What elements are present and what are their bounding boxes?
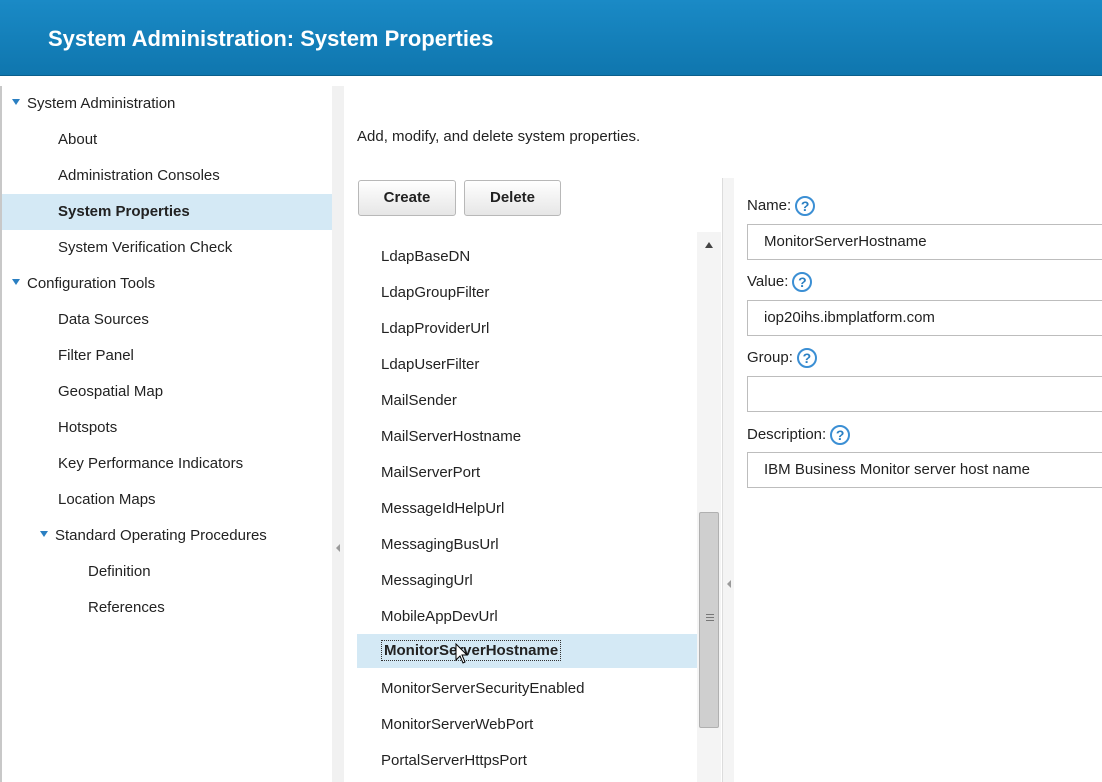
grip-line [706, 620, 714, 621]
value-label-text: Value: [747, 272, 789, 290]
list-item[interactable]: MessageIdHelpUrl [357, 492, 697, 526]
list-item[interactable]: MessagingUrl [357, 564, 697, 598]
sidebar-item-label: Geospatial Map [58, 383, 164, 400]
sidebar-item-hotspots[interactable]: Hotspots [2, 410, 334, 446]
sidebar-item-label: Key Performance Indicators [58, 455, 244, 472]
description-field[interactable]: IBM Business Monitor server host name [747, 452, 1102, 488]
list-item-label: LdapGroupFilter [381, 284, 490, 301]
name-label-text: Name: [747, 196, 792, 214]
name-label: Name:? [747, 196, 816, 216]
expand-triangle-icon[interactable] [12, 99, 20, 106]
list-item-selected[interactable]: MonitorServerHostname [357, 634, 697, 668]
sidebar-item-geospatial-map[interactable]: Geospatial Map [2, 374, 334, 410]
sidebar-item-label: Filter Panel [58, 347, 134, 364]
grip-line [706, 617, 714, 618]
list-item[interactable]: MailServerPort [357, 456, 697, 490]
mouse-cursor-icon [455, 643, 469, 664]
detail-splitter[interactable] [722, 178, 734, 782]
delete-button[interactable]: Delete [464, 180, 561, 216]
list-item[interactable]: MonitorServerWebPort [357, 708, 697, 742]
list-item[interactable]: MobileAppDevUrl [357, 600, 697, 634]
sidebar-item-label: Administration Consoles [58, 167, 220, 184]
list-item-label: MonitorServerWebPort [381, 716, 534, 733]
sidebar-item-label: Configuration Tools [27, 275, 156, 292]
grip-line [706, 614, 714, 615]
list-item-label: MonitorServerSecurityEnabled [381, 680, 585, 697]
group-label-text: Group: [747, 348, 793, 366]
sidebar-item-label: References [88, 599, 165, 616]
list-item[interactable]: LdapUserFilter [357, 348, 697, 382]
list-item[interactable]: MailServerHostname [357, 420, 697, 454]
group-field[interactable] [747, 376, 1102, 412]
sidebar-item-location-maps[interactable]: Location Maps [2, 482, 334, 518]
page-header: System Administration: System Properties [0, 0, 1102, 76]
sidebar-item-definition[interactable]: Definition [2, 554, 334, 590]
description-label-text: Description: [747, 425, 827, 443]
collapse-left-icon[interactable] [727, 580, 731, 588]
sidebar-item-label: About [58, 131, 98, 148]
list-item-label: LdapProviderUrl [381, 320, 490, 337]
list-item-label: MobileAppDevUrl [381, 608, 498, 625]
value-label: Value:? [747, 272, 813, 292]
list-item[interactable]: MailSender [357, 384, 697, 418]
sidebar-splitter[interactable] [332, 86, 344, 782]
list-item-label: MailServerHostname [381, 428, 522, 445]
group-label: Group:? [747, 348, 817, 368]
list-item[interactable]: LdapProviderUrl [357, 312, 697, 346]
list-item-label: LdapBaseDN [381, 248, 471, 265]
list-item[interactable]: PortalServerHttpsPort [357, 744, 697, 778]
sidebar-item-label: Location Maps [58, 491, 156, 508]
page-description: Add, modify, and delete system propertie… [357, 128, 641, 145]
sidebar-item-key-performance-indicators[interactable]: Key Performance Indicators [2, 446, 334, 482]
expand-triangle-icon[interactable] [40, 531, 48, 538]
name-field[interactable]: MonitorServerHostname [747, 224, 1102, 260]
list-item-label: MessageIdHelpUrl [381, 500, 505, 517]
sidebar-item-label: Hotspots [58, 419, 118, 436]
description-label: Description:? [747, 425, 851, 445]
sidebar-item-about[interactable]: About [2, 122, 334, 158]
list-item[interactable]: LdapBaseDN [357, 240, 697, 274]
list-item-label: MailServerPort [381, 464, 481, 481]
sidebar-item-administration-consoles[interactable]: Administration Consoles [2, 158, 334, 194]
sidebar-item-system-verification-check[interactable]: System Verification Check [2, 230, 334, 266]
help-icon[interactable]: ? [792, 272, 813, 292]
sidebar-item-data-sources[interactable]: Data Sources [2, 302, 334, 338]
list-item[interactable]: LdapGroupFilter [357, 276, 697, 310]
sidebar-item-label: System Verification Check [58, 239, 233, 256]
sidebar-item-label: Data Sources [58, 311, 149, 328]
scrollbar-thumb[interactable] [699, 512, 719, 728]
sidebar-item-system-administration[interactable]: System Administration [2, 86, 334, 122]
help-icon[interactable]: ? [830, 425, 851, 445]
help-icon[interactable]: ? [796, 348, 817, 368]
list-item[interactable]: MonitorServerSecurityEnabled [357, 672, 697, 706]
list-item-label: MessagingUrl [381, 572, 473, 589]
value-field[interactable]: iop20ihs.ibmplatform.com [747, 300, 1102, 336]
sidebar-item-label: System Administration [27, 95, 176, 112]
sidebar-nav: System Administration About Administrati… [0, 86, 334, 782]
list-item-label: LdapUserFilter [381, 356, 480, 373]
sidebar-item-label: Standard Operating Procedures [55, 527, 267, 544]
list-item-label: PortalServerHttpsPort [381, 752, 527, 769]
list-item[interactable]: MessagingBusUrl [357, 528, 697, 562]
page-title: System Administration: System Properties [48, 26, 494, 51]
list-scrollbar[interactable] [697, 232, 721, 782]
sidebar-item-system-properties[interactable]: System Properties [2, 194, 334, 230]
sidebar-item-standard-operating-procedures[interactable]: Standard Operating Procedures [2, 518, 334, 554]
sidebar-item-references[interactable]: References [2, 590, 334, 626]
scroll-up-arrow-icon[interactable] [705, 242, 713, 248]
create-button[interactable]: Create [358, 180, 456, 216]
list-item-label: MonitorServerHostname [381, 640, 562, 661]
list-item-label: MessagingBusUrl [381, 536, 499, 553]
list-item-label: MailSender [381, 392, 457, 409]
sidebar-item-filter-panel[interactable]: Filter Panel [2, 338, 334, 374]
collapse-left-icon[interactable] [336, 544, 340, 552]
sidebar-item-configuration-tools[interactable]: Configuration Tools [2, 266, 334, 302]
help-icon[interactable]: ? [795, 196, 816, 216]
properties-list: LdapBaseDN LdapGroupFilter LdapProviderU… [357, 234, 697, 782]
expand-triangle-icon[interactable] [12, 279, 20, 286]
sidebar-item-label: Definition [88, 563, 151, 580]
sidebar-item-label: System Properties [58, 203, 190, 220]
